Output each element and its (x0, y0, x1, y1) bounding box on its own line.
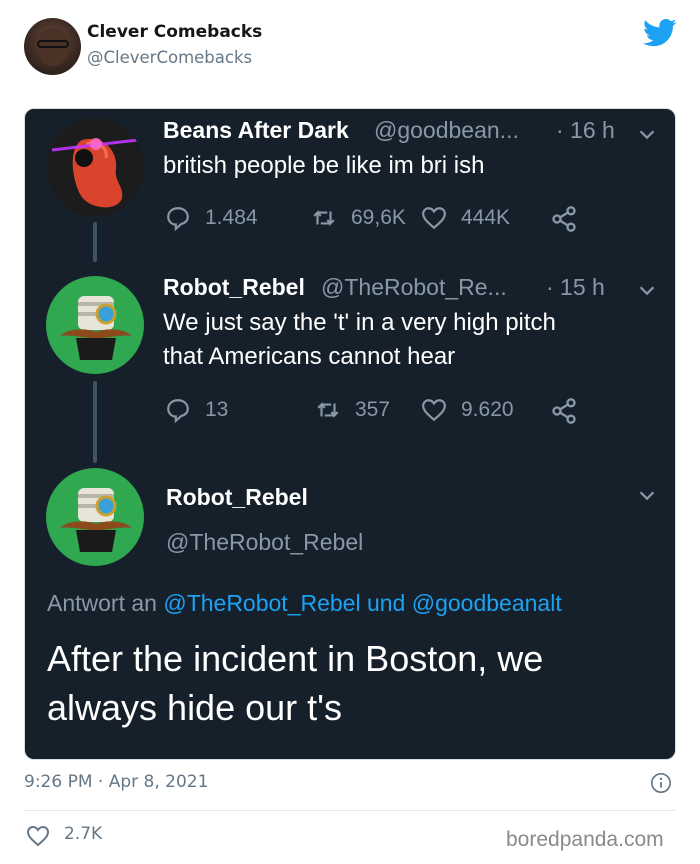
tweet3-text: After the incident in Boston, we always … (47, 634, 657, 732)
tweet3-handle: @TheRobot_Rebel (166, 529, 364, 555)
tweet2-handle: @TheRobot_Re... (321, 274, 507, 300)
tweet2-reply-count: 13 (205, 398, 229, 421)
tweet3-name: Robot_Rebel (166, 484, 308, 510)
thread-line (93, 222, 97, 262)
tweet2-like-count: 9.620 (461, 398, 514, 421)
like-count[interactable]: 2.7K (64, 824, 102, 844)
robot-avatar-main (46, 468, 144, 566)
tweet2-like: 9.620 (421, 395, 514, 425)
tweet2-retweet-count: 357 (355, 398, 391, 421)
thread-line (93, 381, 97, 463)
retweet-icon (313, 209, 335, 227)
tweet2-text-line1: We just say the 't' in a very high pitch (163, 309, 556, 336)
tweet1-like-count: 444K (461, 206, 511, 229)
reply-icon (167, 399, 189, 423)
tweet1-name: Beans After Dark (163, 117, 349, 143)
twitter-bird-icon[interactable] (643, 18, 677, 48)
reply-to-prefix: Antwort an (47, 590, 164, 616)
divider (24, 810, 676, 811)
tweet1-reply-count: 1.484 (205, 206, 258, 229)
tweet1-retweet-count: 69,6K (351, 206, 406, 229)
author-handle[interactable]: @CleverComebacks (87, 48, 252, 67)
tweet2-time: · 15 h (546, 274, 605, 300)
tweet1-retweet: 69,6K (311, 203, 406, 233)
robot-avatar (46, 276, 144, 374)
tweet1-time: · 16 h (556, 117, 615, 143)
chevron-down-icon (639, 130, 655, 140)
tweet1-reply: 1.484 (165, 203, 258, 233)
retweet-icon (317, 401, 339, 419)
reply-to-mentions: @TheRobot_Rebel und @goodbeanalt (163, 590, 562, 616)
tweet1-text: british people be like im bri ish (163, 152, 485, 179)
tweet-timestamp[interactable]: 9:26 PM · Apr 8, 2021 (24, 772, 208, 792)
reply-to-line: Antwort an @TheRobot_Rebel und @goodbean… (47, 590, 562, 617)
tweet1-like: 444K (421, 203, 510, 233)
chevron-down-icon (639, 491, 655, 501)
author-name[interactable]: Clever Comebacks (87, 22, 262, 42)
tweet2-retweet: 357 (315, 395, 390, 425)
tweet1-handle: @goodbean... (374, 117, 519, 143)
embedded-screenshot: Beans After Dark @goodbean... · 16 h bri… (24, 108, 676, 760)
tweet2-reply: 13 (165, 395, 228, 425)
reply-icon (167, 207, 189, 231)
heart-icon (422, 207, 446, 230)
share-icon (552, 398, 576, 424)
heart-icon (422, 399, 446, 422)
beans-avatar (46, 118, 144, 216)
tweet2-name: Robot_Rebel (163, 274, 305, 300)
heart-icon[interactable] (26, 825, 50, 847)
info-icon[interactable] (650, 772, 672, 794)
tweet3-text-line1: After the incident in Boston, we (47, 638, 544, 679)
chevron-down-icon (639, 286, 655, 296)
watermark: boredpanda.com (506, 828, 664, 851)
author-avatar[interactable] (24, 18, 81, 75)
share-icon (552, 206, 576, 232)
tweet2-text-line2: that Americans cannot hear (163, 343, 456, 370)
tweet3-text-line2: always hide our t's (47, 687, 343, 728)
